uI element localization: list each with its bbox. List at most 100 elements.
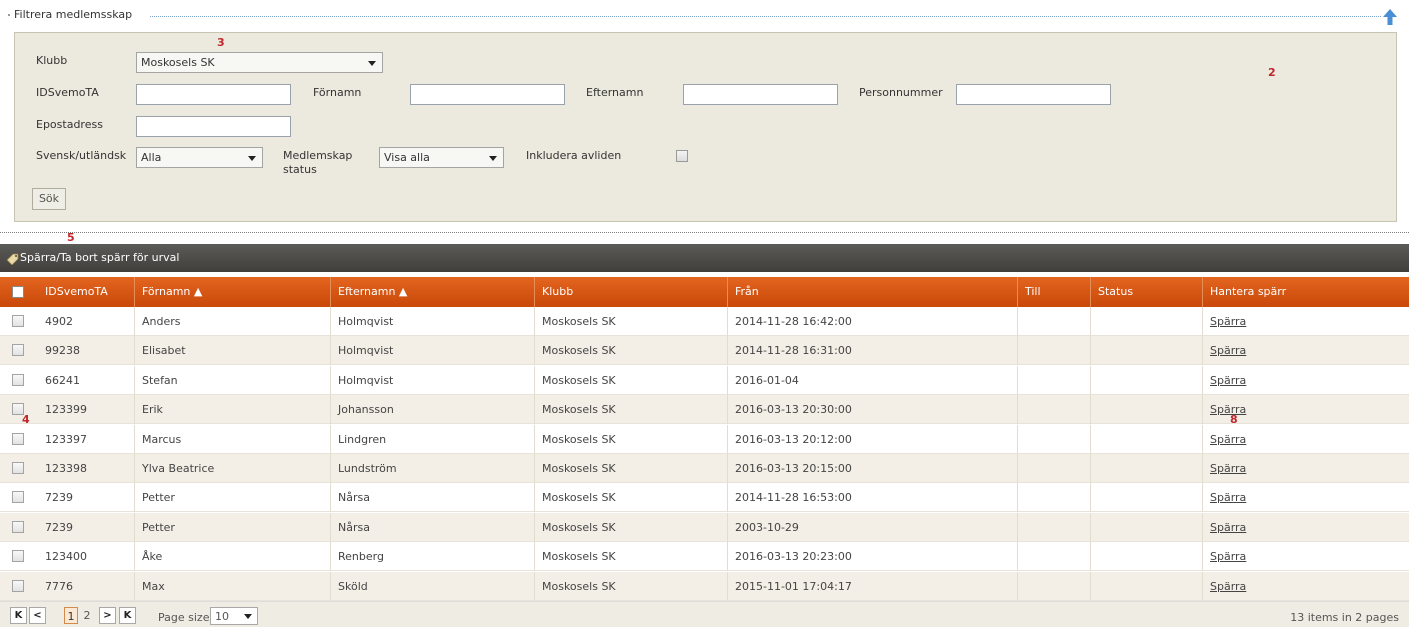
fornamn-input[interactable] (410, 84, 565, 105)
table-row: 7239 Petter Nårsa Moskosels SK 2014-11-28 16… (0, 483, 1409, 513)
svensk-select[interactable]: Alla (136, 147, 263, 168)
cell-idsvemota: 4902 (38, 307, 135, 336)
block-link[interactable]: Spärra (1210, 521, 1246, 534)
klubb-select-value: Moskosels SK (141, 56, 215, 69)
collapse-up-arrow-icon[interactable] (1383, 9, 1397, 25)
cell-till (1018, 571, 1091, 601)
block-selection-button[interactable]: Spärra/Ta bort spärr för urval (20, 251, 179, 264)
column-header-fornamn[interactable]: Förnamn ▲ (135, 277, 331, 307)
page-2-button[interactable]: 2 (80, 607, 94, 624)
avliden-checkbox[interactable] (676, 150, 688, 162)
idsvemota-input[interactable] (136, 84, 291, 105)
cell-efternamn: Sköld (331, 571, 535, 601)
select-all-checkbox[interactable] (12, 286, 24, 298)
cell-till (1018, 454, 1091, 483)
cell-idsvemota: 7776 (38, 571, 135, 601)
block-link[interactable]: Spärra (1210, 433, 1246, 446)
personnummer-input[interactable] (956, 84, 1111, 105)
cell-fran: 2015-11-01 17:04:17 (728, 571, 1018, 601)
cell-till (1018, 307, 1091, 336)
block-link[interactable]: Spärra (1210, 315, 1246, 328)
cell-till (1018, 424, 1091, 454)
filter-panel: 3 2 Klubb Moskosels SK IDSvemoTA Förnamn… (14, 32, 1397, 222)
cell-hantera: Spärra (1203, 336, 1409, 365)
cell-status (1091, 336, 1203, 366)
cell-fornamn: Erik (135, 395, 331, 425)
row-checkbox[interactable] (12, 462, 24, 474)
avliden-label: Inkludera avliden (526, 149, 622, 162)
row-checkbox[interactable] (12, 550, 24, 563)
pager: K < 1 2 > K Page size: 10 13 items in 2 … (0, 601, 1409, 627)
next-page-button[interactable]: > (99, 607, 116, 624)
tag-edit-icon (6, 253, 19, 265)
table-row: 66241 Stefan Holmqvist Moskosels SK 2016-01-… (0, 365, 1409, 395)
cell-efternamn: Nårsa (331, 483, 535, 513)
column-header-hantera: Hantera spärr (1210, 285, 1287, 298)
column-header-klubb[interactable]: Klubb (535, 277, 728, 307)
cell-till (1018, 483, 1091, 513)
cell-fran: 2014-11-28 16:53:00 (728, 483, 1018, 513)
klubb-select[interactable]: Moskosels SK (136, 52, 383, 73)
row-checkbox[interactable] (12, 579, 24, 592)
cell-klubb: Moskosels SK (535, 307, 728, 336)
row-checkbox[interactable] (12, 373, 24, 386)
prev-page-button[interactable]: < (29, 607, 46, 624)
cell-fornamn: Åke (135, 542, 331, 572)
page-1-button[interactable]: 1 (64, 607, 78, 624)
table-row: 123399 Erik Johansson Moskosels SK 2016-03-1… (0, 395, 1409, 425)
cell-idsvemota: 123400 (38, 542, 135, 572)
cell-hantera: Spärra (1203, 307, 1409, 336)
column-header-status[interactable]: Status (1091, 277, 1203, 307)
block-link[interactable]: Spärra (1210, 344, 1246, 357)
block-link[interactable]: Spärra (1210, 374, 1246, 387)
cell-fran: 2016-03-13 20:15:00 (728, 454, 1018, 483)
row-checkbox[interactable] (12, 432, 24, 445)
cell-status (1091, 542, 1203, 572)
table-row: 7239 Petter Nårsa Moskosels SK 2003-10-29 Spä… (0, 512, 1409, 542)
annotation-marker-8: 8 (1230, 413, 1238, 426)
epost-input[interactable] (136, 116, 291, 137)
row-checkbox[interactable] (12, 344, 24, 357)
block-link[interactable]: Spärra (1210, 580, 1246, 593)
cell-status (1091, 454, 1203, 483)
cell-fornamn: Marcus (135, 424, 331, 454)
cell-idsvemota: 123399 (38, 395, 135, 425)
cell-fornamn: Max (135, 571, 331, 601)
cell-hantera: Spärra (1203, 542, 1409, 571)
column-header-idsvemota[interactable]: IDSvemoTA (38, 277, 135, 307)
column-header-till[interactable]: Till (1018, 277, 1091, 307)
table-row: 7776 Max Sköld Moskosels SK 2015-11-01 17:04… (0, 571, 1409, 601)
page-size-select[interactable]: 10 (210, 607, 258, 625)
column-header-fran[interactable]: Från (728, 277, 1018, 307)
block-link[interactable]: Spärra (1210, 403, 1246, 416)
efternamn-label: Efternamn (586, 86, 644, 99)
cell-efternamn: Holmqvist (331, 336, 535, 366)
cell-fran: 2016-01-04 (728, 365, 1018, 395)
epost-label: Epostadress (36, 118, 103, 131)
last-page-button[interactable]: K (119, 607, 136, 624)
cell-status (1091, 571, 1203, 601)
row-checkbox[interactable] (12, 491, 24, 504)
table-row: 4902 Anders Holmqvist Moskosels SK 2014-11-2… (0, 307, 1409, 336)
cell-status (1091, 483, 1203, 513)
search-button[interactable]: Sök (32, 188, 66, 210)
first-page-button[interactable]: K (10, 607, 27, 624)
cell-status (1091, 395, 1203, 425)
annotation-marker-5: 5 (67, 231, 75, 244)
cell-efternamn: Holmqvist (331, 365, 535, 395)
block-link[interactable]: Spärra (1210, 462, 1246, 475)
block-link[interactable]: Spärra (1210, 491, 1246, 504)
column-header-efternamn[interactable]: Efternamn ▲ (331, 277, 535, 307)
section-divider (0, 232, 1409, 233)
medlemskap-label: Medlemskap status (283, 149, 353, 176)
block-link[interactable]: Spärra (1210, 550, 1246, 563)
cell-idsvemota: 99238 (38, 336, 135, 366)
efternamn-input[interactable] (683, 84, 838, 105)
cell-till (1018, 395, 1091, 425)
cell-hantera: Spärra (1203, 425, 1409, 454)
page-size-label: Page size: (158, 611, 214, 624)
medlemskap-select[interactable]: Visa alla (379, 147, 504, 168)
row-checkbox[interactable] (12, 315, 24, 327)
row-checkbox[interactable] (12, 520, 24, 533)
cell-fran: 2003-10-29 (728, 512, 1018, 542)
